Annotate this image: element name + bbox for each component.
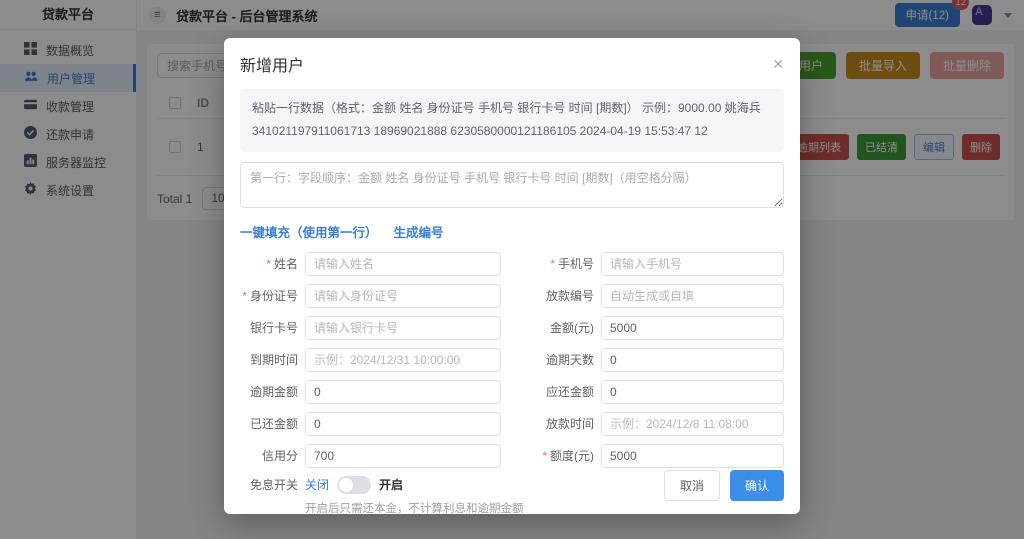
interest-free-toggle[interactable]	[337, 476, 371, 494]
switch-off-label: 关闭	[305, 476, 329, 493]
name-input[interactable]	[305, 252, 501, 276]
cancel-button[interactable]: 取消	[664, 470, 720, 501]
interest-free-hint: 开启后只需还本金，不计算利息和逾期金额	[305, 500, 784, 516]
modal-footer: 取消 确认	[664, 470, 784, 501]
loan-time-input[interactable]	[601, 412, 784, 436]
name-label: 姓名	[240, 255, 298, 272]
loan-number-label: 放款编号	[508, 287, 594, 304]
id-number-input[interactable]	[305, 284, 501, 308]
bank-card-label: 银行卡号	[240, 319, 298, 336]
toggle-knob	[339, 478, 353, 492]
phone-input[interactable]	[601, 252, 784, 276]
loan-number-input[interactable]	[601, 284, 784, 308]
modal-title: 新增用户	[240, 52, 304, 76]
quick-action-links: 一键填充（使用第一行） 生成编号	[240, 222, 784, 241]
credit-score-label: 信用分	[240, 447, 298, 464]
overdue-days-label: 逾期天数	[508, 351, 594, 368]
app-window: 贷款平台 数据概览 用户管理 收款管理 还款申请 服务器监控	[0, 0, 1024, 539]
repayable-amount-label: 应还金额	[508, 383, 594, 400]
repaid-amount-input[interactable]	[305, 412, 501, 436]
add-user-modal: 新增用户 ✕ 粘贴一行数据（格式：金额 姓名 身份证号 手机号 银行卡号 时间 …	[224, 38, 800, 514]
overdue-days-input[interactable]	[601, 348, 784, 372]
close-icon[interactable]: ✕	[772, 57, 784, 71]
id-number-label: 身份证号	[240, 287, 298, 304]
bank-card-input[interactable]	[305, 316, 501, 340]
repayable-amount-input[interactable]	[601, 380, 784, 404]
generate-number-link[interactable]: 生成编号	[394, 222, 444, 241]
credit-score-input[interactable]	[305, 444, 501, 468]
paste-data-textarea[interactable]	[240, 162, 784, 208]
overdue-amount-input[interactable]	[305, 380, 501, 404]
repaid-amount-label: 已还金额	[240, 415, 298, 432]
interest-free-switch-label: 免息开关	[240, 476, 298, 493]
modal-header: 新增用户 ✕	[240, 52, 784, 76]
amount-label: 金额(元)	[508, 319, 594, 336]
due-time-input[interactable]	[305, 348, 501, 372]
quota-label: 额度(元)	[508, 447, 594, 464]
paste-format-hint: 粘贴一行数据（格式：金额 姓名 身份证号 手机号 银行卡号 时间 [期数]） 示…	[240, 89, 784, 152]
switch-on-label: 开启	[379, 476, 403, 493]
one-click-fill-link[interactable]: 一键填充（使用第一行）	[240, 222, 378, 241]
phone-label: 手机号	[508, 255, 594, 272]
amount-input[interactable]	[601, 316, 784, 340]
quota-input[interactable]	[601, 444, 784, 468]
loan-time-label: 放款时间	[508, 415, 594, 432]
overdue-amount-label: 逾期金额	[240, 383, 298, 400]
due-time-label: 到期时间	[240, 351, 298, 368]
confirm-button[interactable]: 确认	[730, 470, 784, 501]
